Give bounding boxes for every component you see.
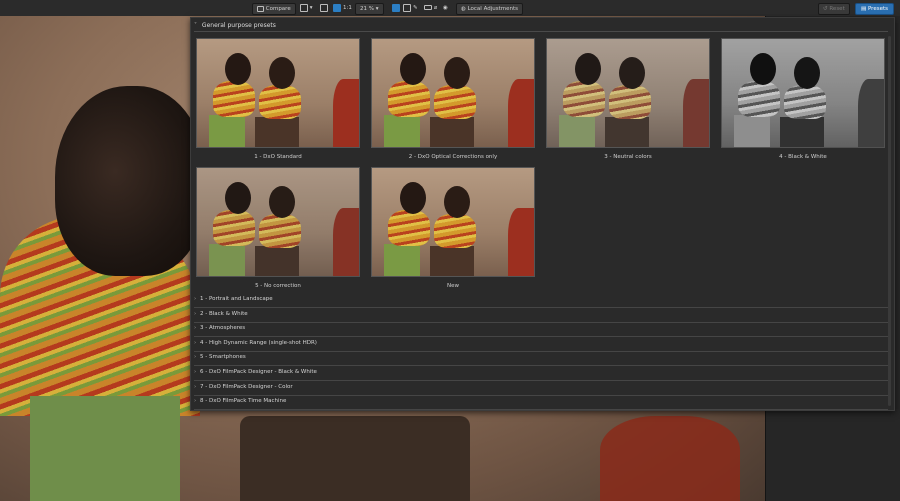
chevron-down-icon: ˅	[194, 22, 197, 29]
photo-figure	[240, 416, 470, 501]
mask-icon: ⌀	[434, 5, 438, 11]
eyedropper-icon: ✎	[413, 5, 418, 11]
preset-preview-image[interactable]	[721, 38, 885, 148]
preset-preview-image[interactable]	[196, 38, 360, 148]
preset-thumbnail[interactable]: 2 - DxO Optical Corrections only	[371, 38, 535, 160]
mask-tool[interactable]: ⌀	[434, 3, 437, 13]
preset-thumbnail[interactable]: 1 - DxO Standard	[196, 38, 360, 160]
preset-label: 3 - Neutral colors	[604, 154, 652, 160]
straighten-tool[interactable]	[403, 3, 411, 13]
photo-shirt	[30, 396, 180, 501]
photo-head	[55, 86, 205, 276]
eye-icon: ◉	[443, 5, 448, 11]
compare-icon	[257, 5, 264, 12]
chevron-down-icon: ▾	[309, 5, 313, 11]
zoom-ratio[interactable]: 1:1	[343, 3, 352, 13]
preview-tool[interactable]: ◉	[443, 3, 448, 13]
preset-category-row[interactable]: › 5 - Smartphones	[194, 352, 888, 367]
reset-button[interactable]: ↺ Reset	[818, 3, 850, 15]
preset-preview-image[interactable]	[546, 38, 710, 148]
section-title: General purpose presets	[201, 22, 276, 29]
preset-preview-image[interactable]	[371, 167, 535, 277]
category-label: 3 - Atmospheres	[200, 325, 246, 332]
divider	[194, 31, 888, 32]
compare-button[interactable]: Compare	[252, 3, 296, 15]
view-mode-dropdown[interactable]: ▾	[300, 3, 313, 13]
move-icon	[333, 3, 341, 12]
preset-thumbnail[interactable]: New	[371, 167, 535, 289]
preset-preview-image[interactable]	[371, 38, 535, 148]
local-adjustments-button[interactable]: ◍ Local Adjustments	[456, 3, 524, 15]
move-tool[interactable]	[333, 3, 341, 13]
repair-tool[interactable]	[424, 3, 432, 13]
preset-category-row[interactable]: › 7 - DxO FilmPack Designer - Color	[194, 382, 888, 396]
white-balance-icon	[392, 3, 400, 12]
preset-category-row[interactable]: › 6 - DxO FilmPack Designer - Black & Whi…	[194, 367, 888, 381]
presets-button[interactable]: ▤ Presets	[855, 3, 894, 15]
presets-icon: ▤	[861, 6, 867, 12]
preset-category-row[interactable]: › 2 - Black & White	[194, 309, 888, 323]
preset-thumbnail[interactable]: 3 - Neutral colors	[546, 38, 710, 160]
chevron-down-icon: ▾	[375, 6, 379, 12]
category-label: 1 - Portrait and Landscape	[200, 296, 273, 302]
preset-label: 2 - DxO Optical Corrections only	[408, 154, 498, 160]
divider	[194, 409, 888, 411]
preset-preview-image[interactable]	[196, 167, 360, 277]
category-label: 8 - DxO FilmPack Time Machine	[200, 398, 287, 405]
preset-category-row[interactable]: › 8 - DxO FilmPack Time Machine	[194, 396, 888, 411]
category-label: 5 - Smartphones	[200, 354, 246, 361]
preset-thumbnail[interactable]: 4 - Black & White	[721, 38, 885, 160]
category-label: 7 - DxO FilmPack Designer - Color	[200, 383, 293, 390]
presets-label: Presets	[867, 6, 888, 12]
reset-icon: ↺	[823, 6, 828, 12]
top-toolbar: Compare ▾ 1:1 21 % ▾ ✎ ⌀ ◉ ◍ Local Adjus…	[0, 0, 900, 17]
category-label: 4 - High Dynamic Range (single-shot HDR)	[200, 339, 317, 346]
preset-category-row[interactable]: › 1 - Portrait and Landscape	[194, 294, 888, 308]
eyedropper-tool[interactable]: ✎	[413, 3, 418, 13]
category-label: 6 - DxO FilmPack Designer - Black & Whit…	[200, 369, 317, 375]
compare-label: Compare	[265, 6, 291, 12]
presets-panel: ˅ General purpose presets 1 - DxO Standa…	[190, 17, 895, 411]
preset-label: 4 - Black & White	[779, 154, 827, 160]
category-label: 2 - Black & White	[200, 310, 248, 317]
white-balance-tool[interactable]	[392, 3, 400, 13]
preset-category-row[interactable]: › 4 - High Dynamic Range (single-shot HDR…	[194, 338, 888, 352]
preset-thumbnail[interactable]: 5 - No correction	[196, 167, 360, 289]
crop-icon	[320, 3, 328, 12]
straighten-icon	[403, 3, 411, 12]
local-adjustments-icon: ◍	[461, 6, 466, 12]
preset-label: New	[447, 283, 459, 289]
panel-scrollbar[interactable]	[888, 36, 891, 406]
reset-label: Reset	[829, 6, 845, 12]
zoom-level-dropdown[interactable]: 21 % ▾	[355, 3, 384, 15]
local-adjustments-label: Local Adjustments	[467, 6, 519, 12]
general-presets-header[interactable]: ˅ General purpose presets	[194, 22, 276, 29]
preset-category-row[interactable]: › 3 - Atmospheres	[194, 323, 888, 338]
view-mode-icon	[300, 3, 308, 12]
preset-label: 5 - No correction	[255, 283, 301, 289]
preset-label: 1 - DxO Standard	[254, 154, 302, 160]
crop-tool[interactable]	[320, 3, 328, 13]
repair-icon	[424, 5, 432, 10]
photo-red-figure	[600, 416, 740, 501]
zoom-level-value: 21 %	[360, 6, 374, 12]
